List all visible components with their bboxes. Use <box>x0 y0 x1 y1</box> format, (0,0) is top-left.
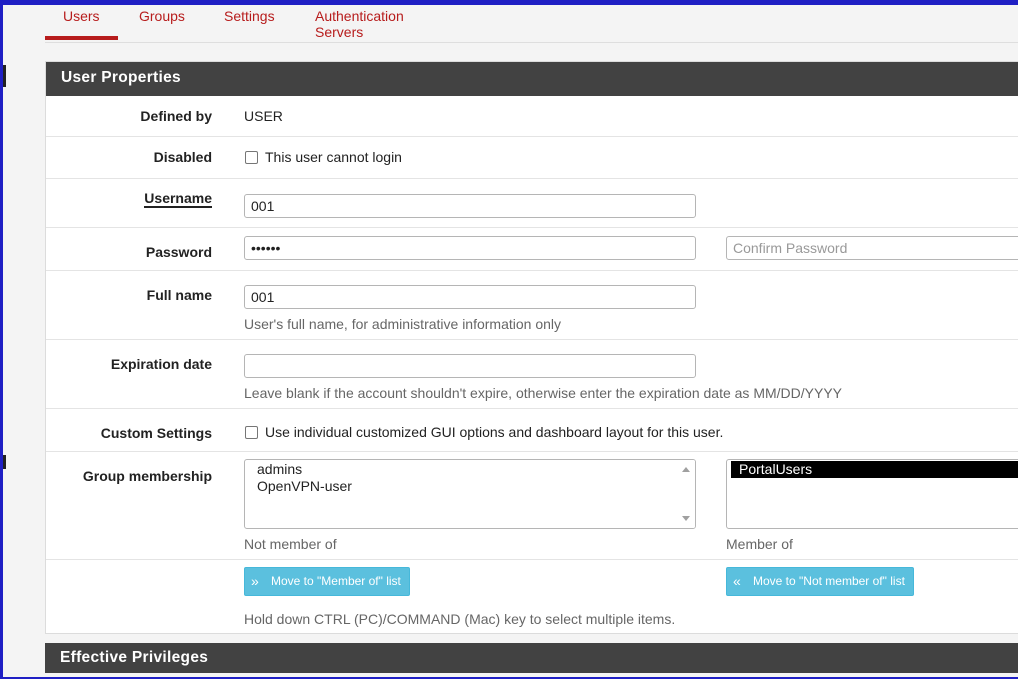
not-member-of-caption: Not member of <box>244 536 337 552</box>
tab-authentication-servers[interactable]: Authentication Servers <box>315 8 404 40</box>
expiration-date-label: Expiration date <box>110 356 212 372</box>
list-item[interactable]: admins <box>245 461 695 478</box>
expiration-date-help: Leave blank if the account shouldn't exp… <box>244 385 843 401</box>
scroll-up-icon[interactable] <box>682 467 690 472</box>
disabled-checkbox-label[interactable]: This user cannot login <box>265 149 402 165</box>
not-member-of-listbox[interactable]: admins OpenVPN-user <box>244 459 696 529</box>
edge-marker <box>3 65 6 87</box>
member-of-caption: Member of <box>726 536 793 552</box>
full-name-row: Full name 001 User's full name, for admi… <box>46 270 1018 339</box>
move-to-not-member-label: Move to "Not member of" list <box>753 574 905 588</box>
confirm-password-input[interactable]: Confirm Password <box>726 236 1018 260</box>
list-item[interactable]: PortalUsers <box>731 461 1018 478</box>
double-chevron-right-icon: » <box>251 573 259 589</box>
double-chevron-left-icon: « <box>733 573 741 589</box>
member-of-listbox[interactable]: PortalUsers <box>726 459 1018 529</box>
custom-settings-checkbox[interactable] <box>245 426 258 439</box>
full-name-label: Full name <box>146 287 212 303</box>
move-to-member-label: Move to "Member of" list <box>271 574 401 588</box>
username-row: Username 001 <box>46 178 1018 227</box>
expiration-date-input[interactable] <box>244 354 696 378</box>
scroll-down-icon[interactable] <box>682 516 690 521</box>
expiration-date-row: Expiration date Leave blank if the accou… <box>46 339 1018 408</box>
multi-select-help: Hold down CTRL (PC)/COMMAND (Mac) key to… <box>244 611 676 627</box>
disabled-checkbox[interactable] <box>245 151 258 164</box>
username-input[interactable]: 001 <box>244 194 696 218</box>
password-row: Password •••••• Confirm Password <box>46 227 1018 270</box>
disabled-label: Disabled <box>153 149 212 165</box>
move-to-member-button[interactable]: » Move to "Member of" list <box>244 567 410 596</box>
breadcrumb: SUMMARY / EDITOR <box>39 0 154 8</box>
custom-settings-label: Custom Settings <box>100 425 212 441</box>
tab-settings[interactable]: Settings <box>224 8 275 24</box>
active-tab-indicator <box>45 36 118 40</box>
group-membership-row: Group membership admins OpenVPN-user Por… <box>46 451 1018 559</box>
listbox-scrollbar[interactable] <box>678 460 695 528</box>
user-properties-panel: User Properties Defined by USER Disabled… <box>45 61 1018 634</box>
tab-users[interactable]: Users <box>63 8 100 24</box>
custom-settings-checkbox-label[interactable]: Use individual customized GUI options an… <box>265 424 723 440</box>
full-name-input[interactable]: 001 <box>244 285 696 309</box>
full-name-help: User's full name, for administrative inf… <box>244 316 562 332</box>
password-input[interactable]: •••••• <box>244 236 696 260</box>
defined-by-value: USER <box>244 108 283 124</box>
tab-groups[interactable]: Groups <box>139 8 185 24</box>
move-to-not-member-button[interactable]: « Move to "Not member of" list <box>726 567 914 596</box>
list-item[interactable]: OpenVPN-user <box>245 478 695 495</box>
defined-by-label: Defined by <box>140 108 212 124</box>
username-label: Username <box>144 190 212 208</box>
effective-privileges-title: Effective Privileges <box>45 643 1018 673</box>
password-label: Password <box>145 244 212 260</box>
custom-settings-row: Custom Settings Use individual customize… <box>46 408 1018 451</box>
group-membership-label: Group membership <box>82 468 212 484</box>
disabled-row: Disabled This user cannot login <box>46 136 1018 178</box>
panel-title: User Properties <box>46 62 1018 96</box>
edge-marker <box>3 455 6 469</box>
defined-by-row: Defined by USER <box>46 96 1018 136</box>
move-buttons-row: » Move to "Member of" list « Move to "Not … <box>46 559 1018 635</box>
tabs-divider <box>45 42 1018 43</box>
app-window: SUMMARY / EDITOR Users Groups Settings A… <box>0 0 1018 679</box>
